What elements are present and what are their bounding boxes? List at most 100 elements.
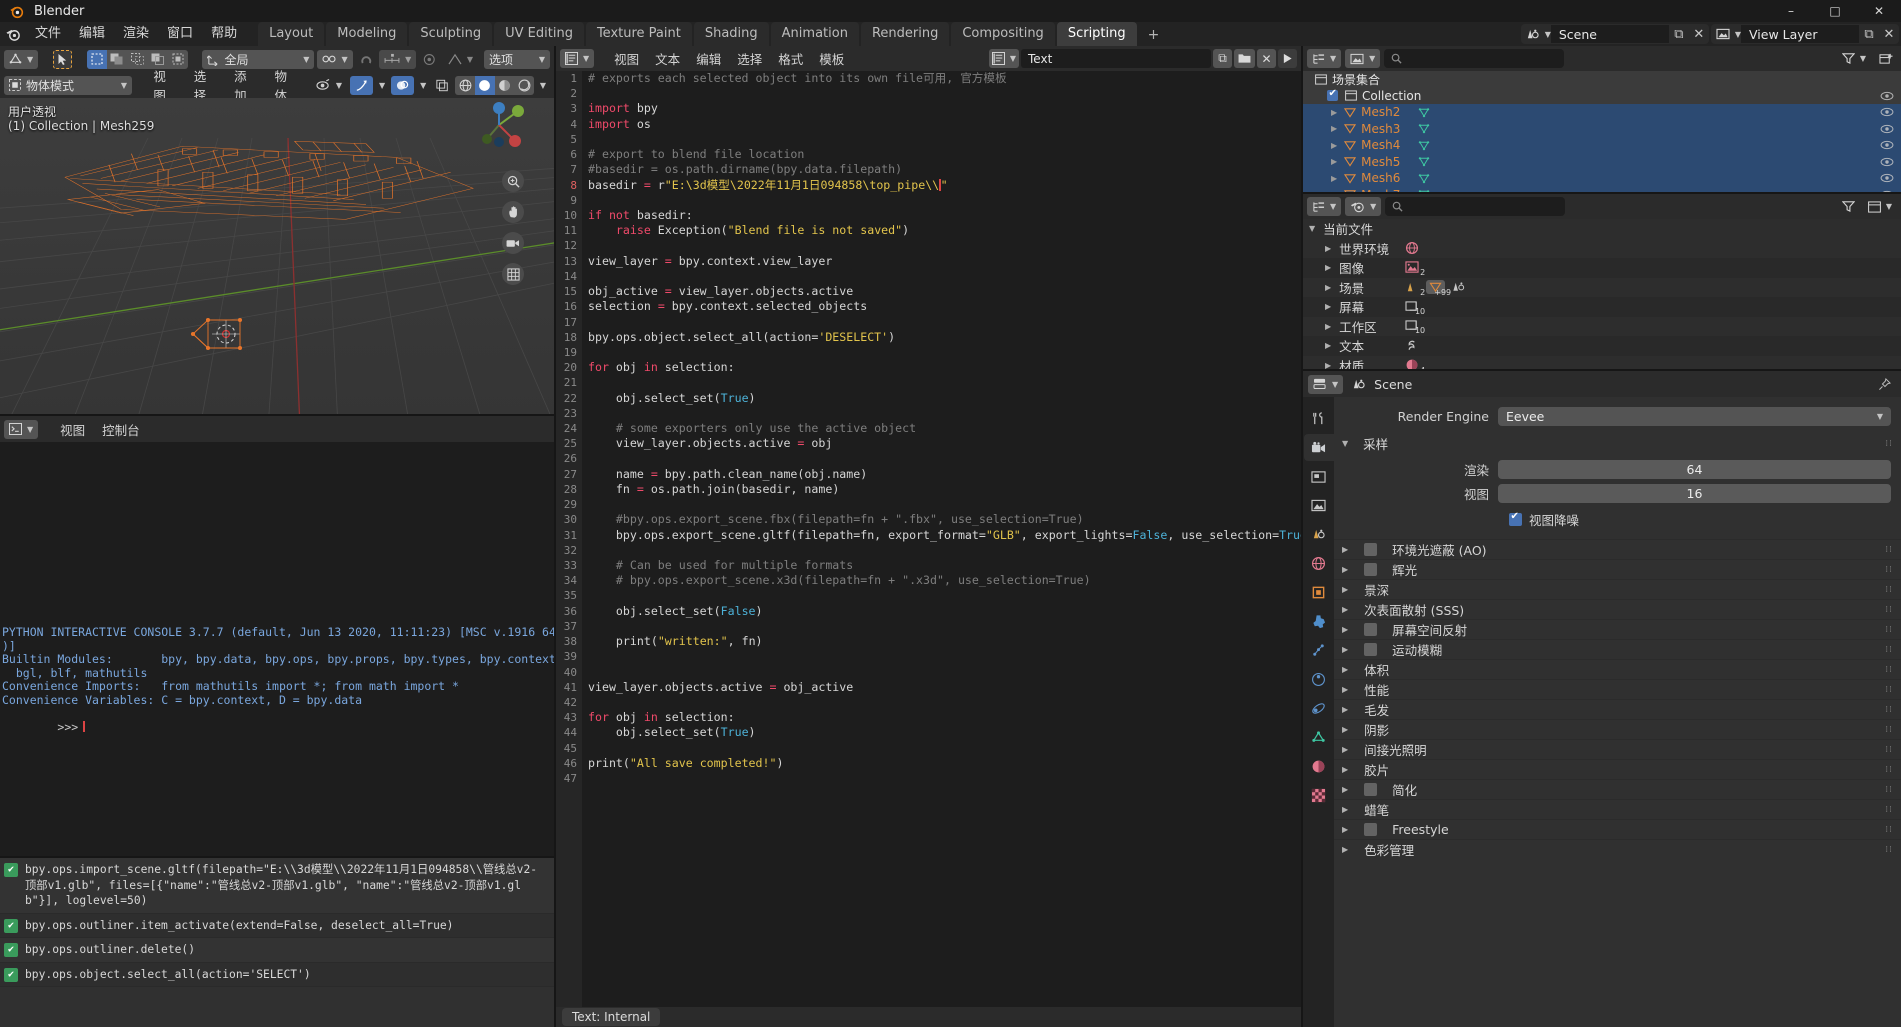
sampling-viewport-value[interactable]: 16 <box>1498 483 1891 503</box>
code-line[interactable]: 9 <box>556 193 1301 208</box>
outliner[interactable]: ▼ ▼ ▼ 场景集合 ✔ Collection ▶ Mesh2 ▶ Mesh3 … <box>1303 46 1901 203</box>
info-entry[interactable]: ✔ bpy.ops.outliner.delete() <box>0 938 554 963</box>
code-line[interactable]: 20 for obj in selection: <box>556 360 1301 375</box>
blendfile-row[interactable]: ▶ 场景 2 +99 <box>1303 277 1901 297</box>
falloff-type-dropdown[interactable]: ▼ <box>443 50 478 69</box>
tab-animation[interactable]: Animation <box>770 22 859 46</box>
select-extend-icon[interactable] <box>107 50 127 69</box>
region-divider-horizontal-3[interactable] <box>1303 192 1901 194</box>
viewport-options-dropdown[interactable]: 选项 ▼ <box>484 49 550 69</box>
tab-object-data[interactable] <box>1304 724 1334 751</box>
properties-section[interactable]: ▶ 色彩管理 ⁞⁞ <box>1334 839 1901 859</box>
info-editor[interactable]: ✔ bpy.ops.import_scene.gltf(filepath="E:… <box>0 858 554 1027</box>
tab-render[interactable] <box>1303 434 1334 461</box>
overlays-dropdown[interactable] <box>391 75 415 95</box>
chevron-down-icon[interactable]: ▼ <box>1309 224 1315 233</box>
chevron-right-icon[interactable]: ▶ <box>1342 665 1348 674</box>
outliner-editor-type-selector[interactable]: ▼ <box>1307 49 1342 68</box>
chevron-right-icon[interactable]: ▶ <box>1331 157 1337 166</box>
code-line[interactable]: 17 <box>556 315 1301 330</box>
close-button[interactable]: ✕ <box>1857 0 1901 22</box>
properties-section[interactable]: ▶ 次表面散射 (SSS) ⁞⁞ <box>1334 599 1901 619</box>
tab-sculpting[interactable]: Sculpting <box>409 22 493 46</box>
console-editor-type-selector[interactable]: ▼ <box>4 419 39 439</box>
code-line[interactable]: 4 import os <box>556 117 1301 132</box>
code-line[interactable]: 21 <box>556 375 1301 390</box>
camera-view-icon[interactable] <box>502 232 524 254</box>
properties-section[interactable]: ▶ 阴影 ⁞⁞ <box>1334 719 1901 739</box>
code-line[interactable]: 32 <box>556 543 1301 558</box>
tab-modifiers[interactable] <box>1304 608 1334 635</box>
collection-enable-checkbox[interactable] <box>1327 88 1338 102</box>
code-line[interactable]: 27 name = bpy.path.clean_name(obj.name) <box>556 467 1301 482</box>
tab-texture[interactable] <box>1304 782 1334 809</box>
material-preview-icon[interactable] <box>495 76 515 95</box>
text-menu-templates[interactable]: 模板 <box>812 48 851 69</box>
text-menu-text[interactable]: 文本 <box>648 48 687 69</box>
sampling-panel-header[interactable]: ▼ 采样 ⁞⁞ <box>1334 433 1901 454</box>
outliner-object-row[interactable]: ▶ Mesh2 <box>1303 104 1901 121</box>
code-line[interactable]: 25 view_layer.objects.active = obj <box>556 436 1301 451</box>
region-divider-horizontal-4[interactable] <box>1303 369 1901 371</box>
blendfile-row[interactable]: ▶ 工作区 10 <box>1303 316 1901 336</box>
solid-shading-icon[interactable] <box>475 75 495 95</box>
code-line[interactable]: 3 import bpy <box>556 101 1301 116</box>
code-line[interactable]: 38 print("written:", fn) <box>556 634 1301 649</box>
code-line[interactable]: 26 <box>556 451 1301 466</box>
tab-rendering[interactable]: Rendering <box>860 22 950 46</box>
text-menu-view[interactable]: 视图 <box>607 48 646 69</box>
code-line[interactable]: 11 raise Exception("Blend file is not sa… <box>556 223 1301 238</box>
outliner-object-row[interactable]: ▶ Mesh3 <box>1303 120 1901 137</box>
python-console[interactable]: ▼ 视图 控制台 PYTHON INTERACTIVE CONSOLE 3.7.… <box>0 416 554 858</box>
drag-dots-icon[interactable]: ⁞⁞ <box>1885 625 1893 635</box>
text-menu-select[interactable]: 选择 <box>730 48 769 69</box>
menu-render[interactable]: 渲染 <box>114 23 158 45</box>
xray-toggle-icon[interactable] <box>432 76 452 95</box>
object-mode-dropdown[interactable]: 物体模式 ▼ <box>4 75 132 95</box>
new-scene-icon[interactable]: ⧉ <box>1669 25 1689 43</box>
code-line[interactable]: 28 fn = os.path.join(basedir, name) <box>556 482 1301 497</box>
code-line[interactable]: 6 # export to blend file location <box>556 147 1301 162</box>
navigation-gizmo[interactable] <box>468 94 530 156</box>
view-layer-name-field[interactable]: View Layer <box>1741 25 1859 43</box>
console-prompt-line[interactable]: >>> <box>0 708 554 749</box>
menu-edit[interactable]: 编辑 <box>70 23 114 45</box>
chevron-right-icon[interactable]: ▶ <box>1342 805 1348 814</box>
text-editor-body[interactable]: 1 # exports each selected object into its… <box>556 71 1301 1007</box>
rendered-shading-icon[interactable] <box>514 76 534 95</box>
tab-world[interactable] <box>1304 550 1334 577</box>
chevron-right-icon[interactable]: ▶ <box>1325 302 1331 311</box>
properties-section[interactable]: ▶ 间接光照明 ⁞⁞ <box>1334 739 1901 759</box>
chevron-right-icon[interactable]: ▶ <box>1342 625 1348 634</box>
info-entry[interactable]: ✔ bpy.ops.object.select_all(action='SELE… <box>0 962 554 987</box>
code-line[interactable]: 1 # exports each selected object into its… <box>556 71 1301 86</box>
properties-section[interactable]: ▶ Freestyle ⁞⁞ <box>1334 819 1901 839</box>
new-text-icon[interactable]: ⧉ <box>1213 49 1232 68</box>
drag-dots-icon[interactable]: ⁞⁞ <box>1885 765 1893 775</box>
code-line[interactable]: 30 #bpy.ops.export_scene.fbx(filepath=fn… <box>556 512 1301 527</box>
code-line[interactable]: 39 <box>556 649 1301 664</box>
mesh-data-icon[interactable] <box>1418 107 1430 118</box>
tab-uv-editing[interactable]: UV Editing <box>494 22 584 46</box>
drag-dots-icon[interactable]: ⁞⁞ <box>1885 785 1893 795</box>
tab-scripting[interactable]: Scripting <box>1056 22 1137 46</box>
properties-section[interactable]: ▶ 毛发 ⁞⁞ <box>1334 699 1901 719</box>
tab-material[interactable] <box>1304 753 1334 780</box>
drag-dots-icon[interactable]: ⁞⁞ <box>1885 845 1893 855</box>
code-line[interactable]: 13 view_layer = bpy.context.view_layer <box>556 254 1301 269</box>
sampling-render-value[interactable]: 64 <box>1498 459 1891 479</box>
text-editor[interactable]: ▼ 视图 文本 编辑 选择 格式 模板 ▼ Text ⧉ ✕ 1 # expor… <box>556 46 1301 1027</box>
blend-file-tree[interactable]: ▼ 当前文件 ▶ 世界环境 ▶ 图像 2 ▶ 场景 2 +99 ▶ 屏幕 10 ▶ 工作区 10 ▶ 文本 ▶ 材质… <box>1303 219 1901 395</box>
code-line[interactable]: 34 # bpy.ops.export_scene.x3d(filepath=f… <box>556 573 1301 588</box>
tab-texture-paint[interactable]: Texture Paint <box>585 22 692 46</box>
tab-compositing[interactable]: Compositing <box>951 22 1055 46</box>
properties-section[interactable]: ▶ 景深 ⁞⁞ <box>1334 579 1901 599</box>
pan-hand-icon[interactable] <box>502 201 524 223</box>
editor-type-selector[interactable]: ▼ <box>4 49 39 69</box>
sampling-viewport-row[interactable]: 视图 16 <box>1340 482 1891 504</box>
menu-help[interactable]: 帮助 <box>202 23 246 45</box>
blendfile-collection-dropdown[interactable]: ▼ <box>1863 197 1897 216</box>
viewport-denoise-row[interactable]: 视图降噪 <box>1509 510 1901 529</box>
drag-dots-icon[interactable]: ⁞⁞ <box>1885 645 1893 655</box>
chevron-right-icon[interactable]: ▶ <box>1342 725 1348 734</box>
